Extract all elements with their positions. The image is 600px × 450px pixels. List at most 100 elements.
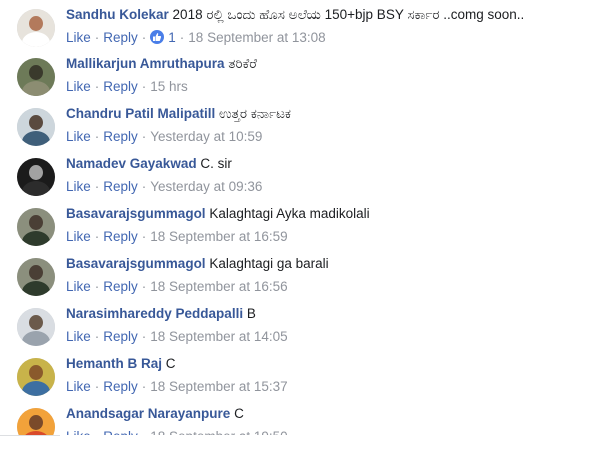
comment: Sandhu Kolekar 2018 ರಲ್ಲಿ ಒಂದು ಹೊಸ ಅಲೆಯ … (0, 0, 600, 47)
reply-button[interactable]: Reply (103, 379, 138, 394)
avatar-body (22, 381, 50, 396)
separator: · (94, 79, 100, 94)
reply-button[interactable]: Reply (103, 279, 138, 294)
avatar-head (29, 365, 43, 380)
comment-author[interactable]: Chandru Patil Malipatill (66, 106, 215, 121)
avatar[interactable] (17, 158, 55, 196)
like-button[interactable]: Like (66, 30, 91, 45)
avatar-body (22, 281, 50, 296)
avatar[interactable] (17, 208, 55, 246)
avatar[interactable] (17, 308, 55, 346)
reaction-count[interactable]: 1 (164, 30, 176, 45)
comment: Narasimhareddy Peddapalli B Like · Reply · 1… (0, 296, 600, 346)
comment: Namadev Gayakwad C. sir Like · Reply · Yeste… (0, 146, 600, 196)
comment-author[interactable]: Narasimhareddy Peddapalli (66, 306, 243, 321)
comment-body: C (165, 356, 176, 371)
comment-author[interactable]: Anandsagar Narayanpure (66, 406, 230, 421)
comment-text-line: Basavarajsgummagol Kalaghtagi Ayka madik… (66, 206, 370, 221)
separator: · (141, 129, 147, 144)
like-button[interactable]: Like (66, 179, 91, 194)
comment-actions: Like · Reply · 15 hrs (66, 79, 188, 94)
like-button[interactable]: Like (66, 379, 91, 394)
comment-actions: Like · Reply · 18 September at 16:59 (66, 229, 288, 244)
avatar-body (22, 81, 50, 96)
avatar-head (29, 215, 43, 230)
like-button[interactable]: Like (66, 79, 91, 94)
comment-timestamp[interactable]: 15 hrs (150, 79, 188, 94)
comment: Mallikarjun Amruthapura ತರಿಕೆರೆ Like · Rep… (0, 46, 600, 96)
comment-timestamp[interactable]: Yesterday at 09:36 (150, 179, 262, 194)
comment-timestamp[interactable]: 18 September at 16:59 (150, 229, 287, 244)
avatar[interactable] (17, 358, 55, 396)
separator: · (94, 179, 100, 194)
comment-author[interactable]: Basavarajsgummagol (66, 256, 206, 271)
separator: · (141, 30, 147, 45)
comment: Chandru Patil Malipatill ಉತ್ತರ ಕರ್ನಾಟಕ L… (0, 96, 600, 146)
separator: · (141, 329, 147, 344)
separator: · (141, 179, 147, 194)
comment-text-line: Namadev Gayakwad C. sir (66, 156, 232, 171)
separator: · (94, 30, 100, 45)
reply-button[interactable]: Reply (103, 79, 138, 94)
avatar-head (29, 165, 43, 180)
comment-body: ತರಿಕೆರೆ (228, 56, 257, 71)
comment-timestamp[interactable]: 18 September at 13:08 (188, 30, 325, 45)
separator: · (179, 30, 185, 45)
comment-actions: Like · Reply · 18 September at 16:56 (66, 279, 288, 294)
comment-text-line: Narasimhareddy Peddapalli B (66, 306, 256, 321)
comment-actions: Like · Reply · 1 · 18 September at 13:08 (66, 30, 326, 45)
separator: · (94, 329, 100, 344)
avatar-head (29, 16, 43, 31)
comment-text-line: Chandru Patil Malipatill ಉತ್ತರ ಕರ್ನಾಟಕ (66, 106, 291, 122)
comment-timestamp[interactable]: 18 September at 15:37 (150, 379, 287, 394)
avatar[interactable] (17, 58, 55, 96)
reply-button[interactable]: Reply (103, 179, 138, 194)
comment-author[interactable]: Namadev Gayakwad (66, 156, 197, 171)
divider (0, 435, 60, 436)
comment-author[interactable]: Basavarajsgummagol (66, 206, 206, 221)
like-button[interactable]: Like (66, 279, 91, 294)
avatar-body (22, 32, 50, 47)
comment-timestamp[interactable]: 18 September at 16:56 (150, 279, 287, 294)
comment-body: Kalaghtagi Ayka madikolali (209, 206, 370, 221)
comment-text-line: Mallikarjun Amruthapura ತರಿಕೆರೆ (66, 56, 257, 72)
avatar-head (29, 65, 43, 80)
avatar[interactable] (17, 108, 55, 146)
comment-author[interactable]: Hemanth B Raj (66, 356, 162, 371)
separator: · (94, 279, 100, 294)
avatar[interactable] (17, 9, 55, 47)
reply-button[interactable]: Reply (103, 129, 138, 144)
comment-body: Kalaghtagi ga barali (209, 256, 329, 271)
reply-button[interactable]: Reply (103, 329, 138, 344)
thumbs-up-icon[interactable] (150, 30, 165, 44)
separator: · (94, 129, 100, 144)
comment-body: B (246, 306, 256, 321)
comment: Hemanth B Raj C Like · Reply · 18 September … (0, 346, 600, 396)
separator: · (94, 379, 100, 394)
reply-button[interactable]: Reply (103, 229, 138, 244)
reply-button[interactable]: Reply (103, 30, 138, 45)
separator: · (141, 79, 147, 94)
comment-body: ಉತ್ತರ ಕರ್ನಾಟಕ (219, 106, 291, 121)
avatar[interactable] (17, 258, 55, 296)
comment-body: 2018 ರಲ್ಲಿ ಒಂದು ಹೊಸ ಅಲೆಯ 150+bjp BSY ಸರ್… (172, 7, 525, 22)
comment-timestamp[interactable]: Yesterday at 10:59 (150, 129, 262, 144)
like-button[interactable]: Like (66, 129, 91, 144)
comment-body: C. sir (200, 156, 232, 171)
comment-author[interactable]: Sandhu Kolekar (66, 7, 169, 22)
comment-actions: Like · Reply · Yesterday at 10:59 (66, 129, 262, 144)
avatar-head (29, 315, 43, 330)
comment: Basavarajsgummagol Kalaghtagi Ayka madik… (0, 196, 600, 246)
separator: · (141, 279, 147, 294)
viewport-edge-mask (0, 435, 600, 450)
avatar-body (22, 181, 50, 196)
comment-text-line: Sandhu Kolekar 2018 ರಲ್ಲಿ ಒಂದು ಹೊಸ ಅಲೆಯ … (66, 7, 524, 23)
comment-timestamp[interactable]: 18 September at 14:05 (150, 329, 287, 344)
separator: · (141, 379, 147, 394)
avatar-head (29, 265, 43, 280)
avatar-body (22, 331, 50, 346)
comment-author[interactable]: Mallikarjun Amruthapura (66, 56, 225, 71)
like-button[interactable]: Like (66, 229, 91, 244)
like-button[interactable]: Like (66, 329, 91, 344)
avatar-head (29, 415, 43, 430)
